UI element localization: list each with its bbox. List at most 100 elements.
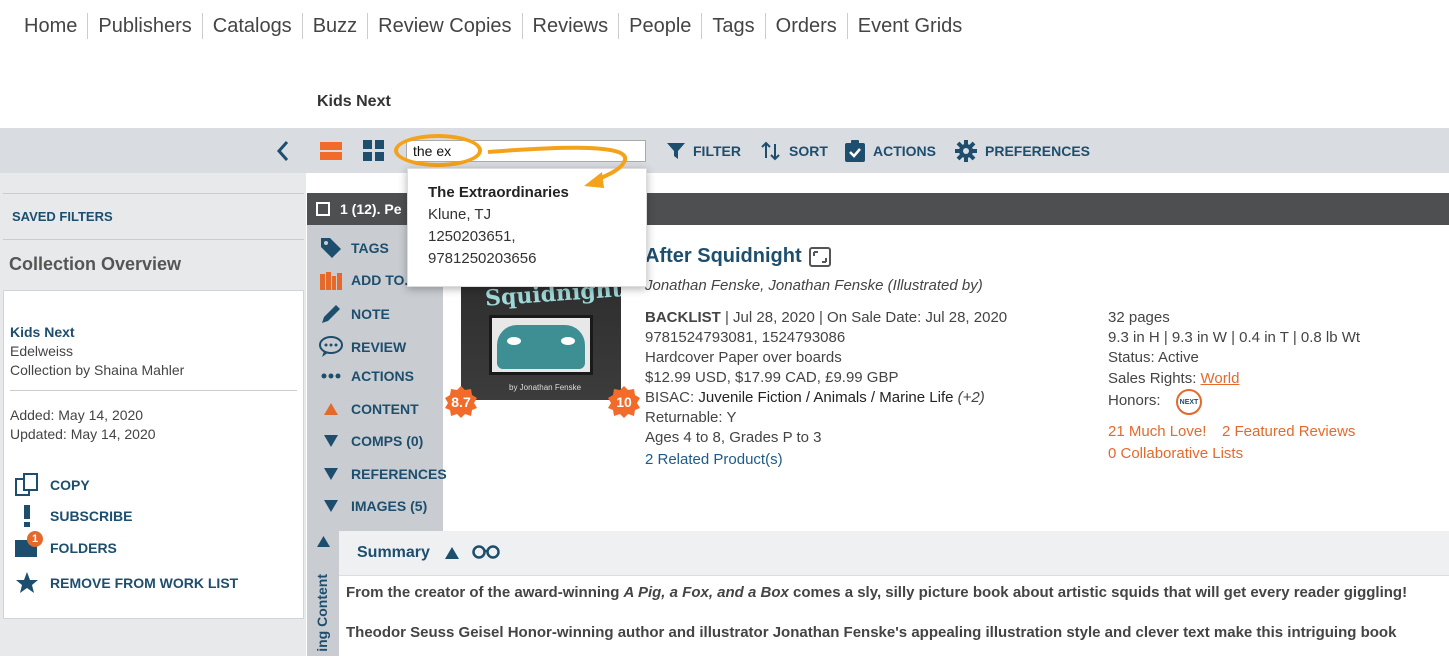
sort-button[interactable]: SORT [761, 128, 828, 173]
actions-label: ACTIONS [873, 142, 936, 159]
images-toggle[interactable]: IMAGES (5) [319, 498, 427, 514]
cover-author: by Jonathan Fenske [509, 383, 582, 392]
left-sidebar: SAVED FILTERS Collection Overview Kids N… [0, 173, 306, 656]
references-toggle[interactable]: REFERENCES [319, 466, 447, 482]
nav-buzz[interactable]: Buzz [301, 13, 367, 39]
collection-overview-card: Kids Next Edelweiss Collection by Shaina… [3, 290, 304, 619]
folders-count-badge: 1 [27, 531, 43, 547]
collaborative-lists-link[interactable]: 0 Collaborative Lists [1108, 445, 1243, 462]
nav-catalogs[interactable]: Catalogs [201, 13, 302, 39]
triangle-up-icon [324, 403, 338, 415]
grid-view-icon[interactable] [363, 128, 384, 173]
nav-publishers[interactable]: Publishers [87, 13, 201, 39]
triangle-up-icon[interactable] [445, 547, 459, 559]
book-format: Hardcover Paper over boards [645, 349, 842, 366]
tags-label: TAGS [351, 240, 389, 256]
summary-line-1-a: From the creator of the award-winning [346, 584, 624, 601]
summary-label[interactable]: Summary [357, 544, 430, 562]
sort-label: SORT [789, 142, 828, 159]
bisac-more[interactable]: (+2) [953, 389, 985, 406]
summary-line-2: Theodor Seuss Geisel Honor-winning autho… [346, 624, 1397, 641]
copy-label: COPY [50, 477, 90, 493]
much-love-link[interactable]: 21 Much Love! [1108, 423, 1206, 440]
top-nav: Home Publishers Catalogs Buzz Review Cop… [14, 13, 972, 39]
suggestion-isbn-10: 1250203651, [428, 228, 516, 245]
card-collection-name[interactable]: Kids Next [10, 324, 75, 340]
saved-filters-link[interactable]: SAVED FILTERS [3, 193, 304, 240]
bisac-value: Juvenile Fiction / Animals / Marine Life [698, 389, 954, 406]
pencil-icon [322, 305, 340, 323]
toolbar: FILTER SORT ACTIONS PREFERENCES [0, 128, 1449, 173]
rating-left-value: 8.7 [451, 394, 471, 410]
summary-header: Summary [339, 531, 1449, 576]
book-prices: $12.99 USD, $17.99 CAD, £9.99 GBP [645, 369, 899, 386]
content-label: CONTENT [351, 401, 419, 417]
item-actions-button[interactable]: ACTIONS [319, 368, 414, 384]
related-products-link[interactable]: 2 Related Product(s) [645, 451, 783, 468]
copy-icon [15, 473, 38, 496]
list-view-icon[interactable] [320, 128, 342, 173]
nav-reviews[interactable]: Reviews [521, 13, 619, 39]
add-to-button[interactable]: ADD TO... [319, 270, 416, 290]
sort-icon [761, 141, 780, 160]
comps-toggle[interactable]: COMPS (0) [319, 433, 423, 449]
filter-icon [667, 142, 685, 159]
remove-label: REMOVE FROM WORK LIST [50, 575, 239, 591]
remove-from-work-list-button[interactable]: REMOVE FROM WORK LIST [14, 571, 238, 595]
select-all-checkbox[interactable] [316, 202, 330, 216]
book-contributors: Jonathan Fenske, Jonathan Fenske (Illust… [645, 277, 983, 294]
actions-button[interactable]: ACTIONS [845, 128, 936, 173]
vertical-content-strip[interactable]: ing Content [307, 531, 339, 656]
nav-orders[interactable]: Orders [764, 13, 847, 39]
book-status: Status: Active [1108, 349, 1199, 366]
sales-rights-link[interactable]: World [1201, 370, 1240, 387]
nav-event-grids[interactable]: Event Grids [846, 13, 972, 39]
book-title[interactable]: After Squidnight [645, 245, 802, 268]
sales-rights-label: Sales Rights: [1108, 370, 1201, 387]
book-dates: | Jul 28, 2020 | On Sale Date: Jul 28, 2… [720, 309, 1008, 326]
suggestion-author: Klune, TJ [428, 206, 492, 223]
book-sales-rights: Sales Rights: World [1108, 370, 1239, 387]
cover-eye [561, 337, 575, 345]
filter-button[interactable]: FILTER [667, 128, 741, 173]
content-toggle[interactable]: CONTENT [319, 401, 419, 417]
nav-people[interactable]: People [618, 13, 701, 39]
triangle-up-icon [317, 536, 330, 547]
card-owner: Collection by Shaina Mahler [10, 362, 185, 378]
triangle-down-icon [324, 435, 338, 447]
nav-tags[interactable]: Tags [701, 13, 764, 39]
honors-badge-icon[interactable]: NEXT [1176, 389, 1202, 415]
item-actions-label: ACTIONS [351, 368, 414, 384]
card-added-date: Added: May 14, 2020 [10, 407, 144, 423]
gear-icon [955, 139, 977, 162]
expand-icon[interactable] [809, 247, 831, 267]
suggestion-isbn-13: 9781250203656 [428, 250, 537, 267]
cover-eye [507, 337, 521, 345]
comps-label: COMPS (0) [351, 433, 424, 449]
tags-button[interactable]: TAGS [319, 237, 389, 259]
references-label: REFERENCES [351, 466, 447, 482]
review-button[interactable]: REVIEW [319, 336, 406, 358]
collection-overview-title: Collection Overview [9, 254, 182, 274]
nav-review-copies[interactable]: Review Copies [367, 13, 521, 39]
back-chevron-icon[interactable] [276, 128, 290, 173]
annotation-arrow-icon [487, 145, 627, 188]
books-icon [320, 272, 342, 290]
subscribe-button[interactable]: SUBSCRIBE [14, 505, 132, 527]
rating-badge-left: 8.7 [445, 386, 477, 418]
review-label: REVIEW [351, 339, 407, 355]
book-cover-image[interactable]: Squidnight by Jonathan Fenske [461, 281, 621, 400]
book-bisac: BISAC: Juvenile Fiction / Animals / Mari… [645, 389, 985, 406]
book-isbns: 9781524793081, 1524793086 [645, 329, 846, 346]
filter-label: FILTER [693, 142, 741, 159]
note-button[interactable]: NOTE [319, 303, 390, 325]
folders-button[interactable]: 1 FOLDERS [14, 531, 117, 558]
glasses-icon[interactable] [472, 545, 500, 559]
nav-home[interactable]: Home [14, 13, 87, 39]
copy-button[interactable]: COPY [14, 473, 90, 497]
preferences-button[interactable]: PREFERENCES [955, 128, 1090, 173]
book-pages: 32 pages [1108, 309, 1170, 326]
ellipsis-icon [321, 373, 341, 379]
featured-reviews-link[interactable]: 2 Featured Reviews [1222, 423, 1355, 440]
preferences-label: PREFERENCES [985, 142, 1091, 159]
